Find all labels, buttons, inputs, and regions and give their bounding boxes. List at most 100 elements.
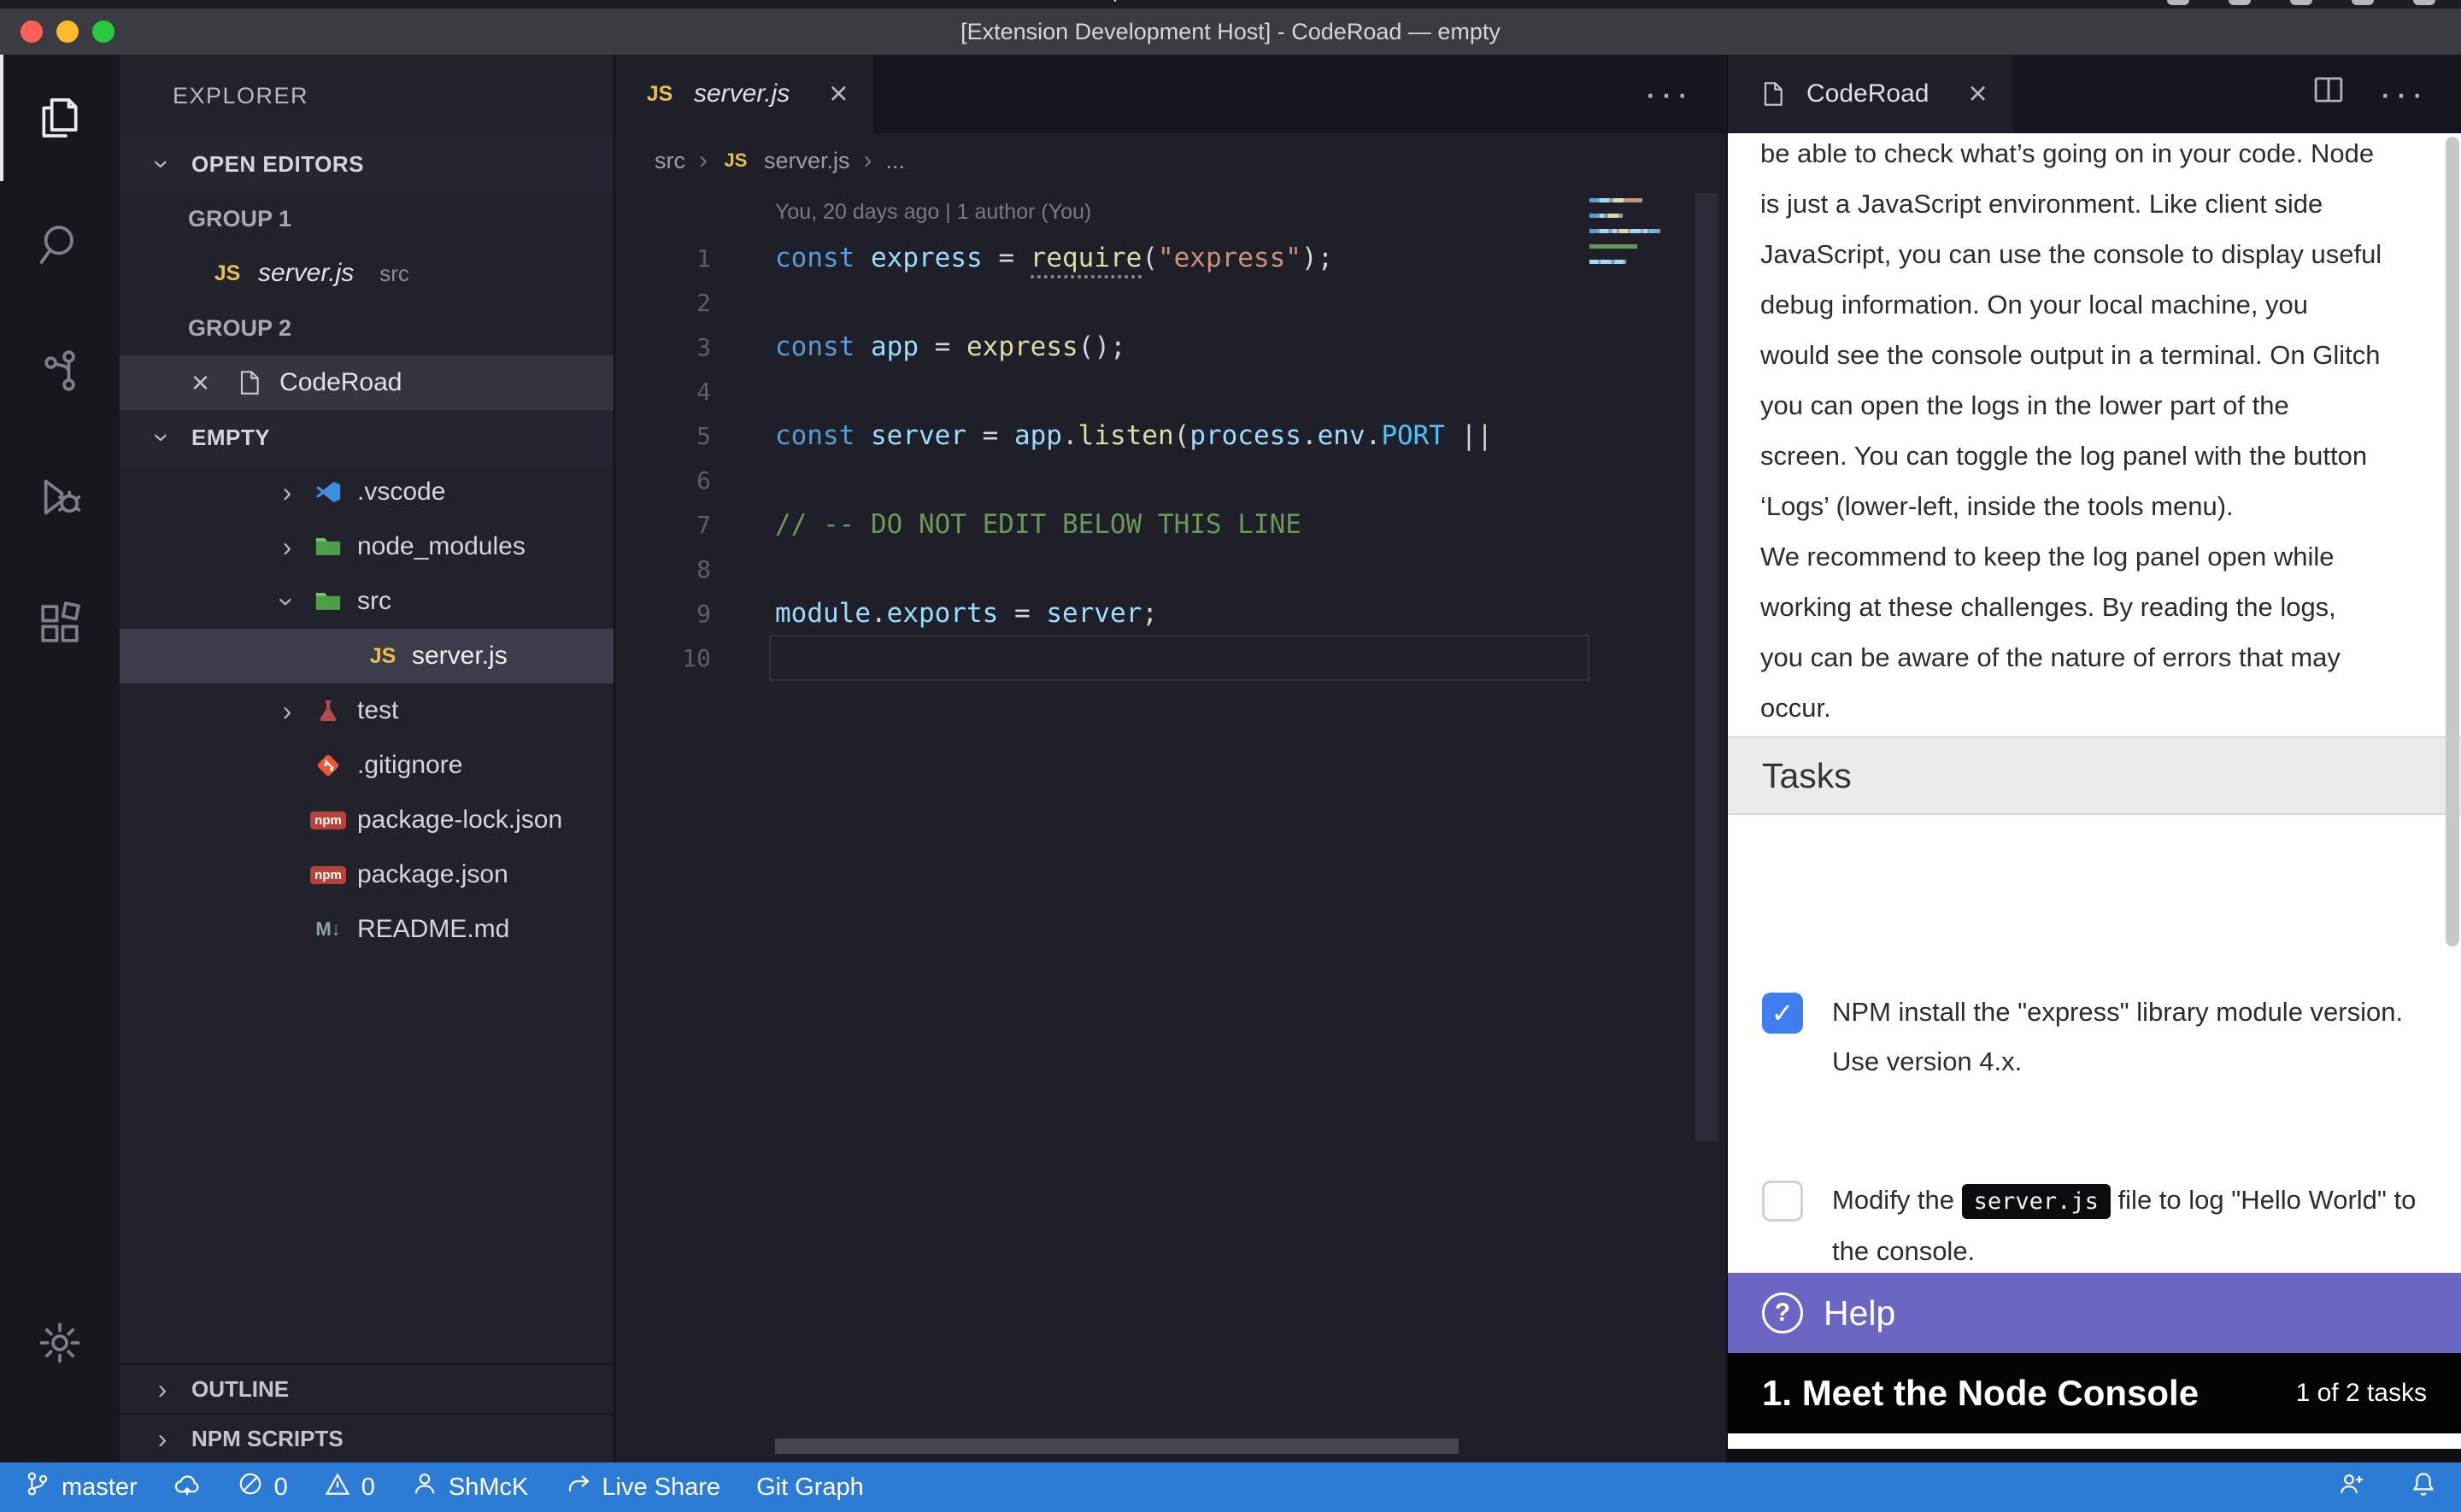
line-number: 4	[615, 378, 711, 406]
status-item-0[interactable]: 0	[237, 1470, 288, 1504]
split-editor-icon[interactable]	[2311, 72, 2346, 117]
code-lines: 1const express = require("express");23co…	[615, 236, 1581, 680]
menu-item-code[interactable]: Code	[128, 0, 184, 3]
status-label: Git Graph	[756, 1474, 864, 1502]
more-actions-icon[interactable]: ···	[1644, 73, 1692, 115]
close-icon[interactable]: ×	[191, 365, 209, 401]
minimize-window-button[interactable]	[56, 21, 79, 43]
file-tree: ›.vscode›node_modules›srcJSserver.js›tes…	[120, 465, 614, 957]
person-add-icon	[2338, 1470, 2365, 1504]
tree-item-.vscode[interactable]: ›.vscode	[120, 465, 614, 519]
activity-source-control-icon[interactable]	[0, 308, 120, 434]
code-text: const server = app.listen(process.env.PO…	[775, 420, 1493, 451]
traffic-lights	[21, 21, 115, 43]
breadcrumb-item[interactable]: src	[655, 148, 685, 174]
code-editor[interactable]: You, 20 days ago | 1 author (You) 1const…	[615, 188, 1726, 1462]
webview-scrollbar[interactable]	[2446, 137, 2459, 946]
bell-icon	[2410, 1470, 2437, 1504]
status-item-master[interactable]: master	[24, 1470, 138, 1504]
status-item-0[interactable]: 0	[324, 1470, 375, 1504]
menu-item-terminal[interactable]: Terminal	[813, 0, 900, 3]
status-bar: master 0 0 ShMcK Live Share Git Graph	[0, 1462, 2461, 1512]
tree-item-readme.md[interactable]: M↓README.md	[120, 902, 614, 957]
activity-bottom-items	[0, 1280, 120, 1406]
tree-item-.gitignore[interactable]: .gitignore	[120, 738, 614, 793]
close-tab-icon[interactable]: ×	[829, 76, 848, 113]
menu-item-go[interactable]: Go	[644, 0, 675, 3]
vscode-window: Code File Edit Selection View Go Run Terminal Wi…	[0, 0, 2461, 1512]
breadcrumb-item[interactable]: ...	[886, 148, 906, 174]
code-line: 6	[615, 458, 1581, 502]
breadcrumbs: src›JSserver.js›...	[615, 133, 1726, 188]
menu-item-view[interactable]: View	[547, 0, 596, 3]
menu-item-help[interactable]: Help	[1078, 0, 1125, 3]
file-label: package-lock.json	[357, 806, 562, 835]
webview-bottom-strip	[1728, 1449, 2461, 1462]
tab-server-js[interactable]: JS server.js ×	[615, 55, 873, 133]
menubar-icon	[2413, 0, 2435, 5]
breadcrumb-item[interactable]: server.js	[764, 148, 850, 174]
minimap[interactable]	[1589, 198, 1663, 275]
file-label: src	[357, 587, 391, 616]
zoom-window-button[interactable]	[92, 21, 115, 43]
workspace-header[interactable]: › EMPTY	[120, 410, 614, 465]
open-editor-item-coderoad[interactable]: ×CodeRoad	[120, 355, 614, 410]
doc-icon	[230, 369, 267, 396]
status-label: master	[62, 1474, 138, 1502]
codelens-annotation[interactable]: You, 20 days ago | 1 author (You)	[775, 200, 1091, 225]
menu-item-file[interactable]: File	[232, 0, 269, 3]
activity-run-debug-icon[interactable]	[0, 434, 120, 560]
status-item-git-graph[interactable]: Git Graph	[756, 1474, 864, 1502]
status-item-person-add[interactable]	[2338, 1470, 2365, 1504]
task-text: NPM install the "express" library module…	[1832, 987, 2423, 1087]
menu-item-selection[interactable]: Selection	[404, 0, 499, 3]
vertical-scrollbar[interactable]	[1695, 193, 1718, 1141]
menu-item-window[interactable]: Window	[948, 0, 1030, 3]
code-line: 4	[615, 369, 1581, 413]
task-checkbox[interactable]: ✓	[1762, 993, 1803, 1034]
help-label: Help	[1824, 1293, 1895, 1333]
menubar-icon	[2352, 0, 2374, 5]
close-window-button[interactable]	[21, 21, 43, 43]
tree-item-test[interactable]: ›test	[120, 683, 614, 738]
sidebar-section-npm-scripts[interactable]: ›NPM SCRIPTS	[120, 1413, 614, 1462]
status-item-live-share[interactable]: Live Share	[564, 1470, 720, 1504]
close-tab-icon[interactable]: ×	[1968, 76, 1987, 113]
menu-item-run[interactable]: Run	[723, 0, 766, 3]
status-label: 0	[274, 1474, 288, 1502]
more-actions-icon[interactable]: ···	[2379, 73, 2427, 115]
menubar-icon	[2290, 0, 2312, 5]
activity-settings-icon[interactable]	[0, 1280, 120, 1406]
activity-search-icon[interactable]	[0, 181, 120, 308]
file-label: .vscode	[357, 478, 445, 507]
tree-item-src[interactable]: ›src	[120, 574, 614, 629]
tab-coderoad[interactable]: CodeRoad ×	[1728, 55, 2013, 133]
js-icon: JS	[641, 82, 678, 107]
menu-item-edit[interactable]: Edit	[316, 0, 356, 3]
open-editors-header[interactable]: › OPEN EDITORS	[120, 137, 614, 191]
menubar-icon	[2167, 0, 2189, 5]
task-text-segment: Modify the	[1832, 1185, 1962, 1215]
chevron-icon: ›	[265, 695, 309, 727]
open-editor-item-server.js[interactable]: JSserver.jssrc	[120, 246, 614, 301]
code-line: 5const server = app.listen(process.env.P…	[615, 413, 1581, 458]
status-item-cloud[interactable]	[173, 1470, 201, 1504]
status-item-shmck[interactable]: ShMcK	[411, 1470, 528, 1504]
tree-item-package.json[interactable]: npmpackage.json	[120, 847, 614, 902]
code-text: const app = express();	[775, 331, 1126, 362]
help-bar[interactable]: ? Help	[1728, 1273, 2461, 1353]
js-icon: JS	[721, 149, 750, 172]
activity-extensions-icon[interactable]	[0, 560, 120, 687]
activity-explorer-icon[interactable]	[0, 55, 120, 181]
sidebar-section-outline[interactable]: ›OUTLINE	[120, 1363, 614, 1413]
tree-item-node-modules[interactable]: ›node_modules	[120, 519, 614, 574]
task-checkbox[interactable]	[1762, 1181, 1803, 1222]
tree-item-server.js[interactable]: JSserver.js	[120, 629, 614, 683]
line-number: 3	[615, 333, 711, 361]
status-item-bell[interactable]	[2410, 1470, 2437, 1504]
code-line: 3 const app = express();	[615, 325, 1581, 369]
tree-item-package-lock.json[interactable]: npmpackage-lock.json	[120, 793, 614, 847]
horizontal-scrollbar[interactable]	[775, 1439, 1459, 1454]
file-label: node_modules	[357, 532, 526, 561]
code-text: module.exports = server;	[775, 598, 1158, 629]
